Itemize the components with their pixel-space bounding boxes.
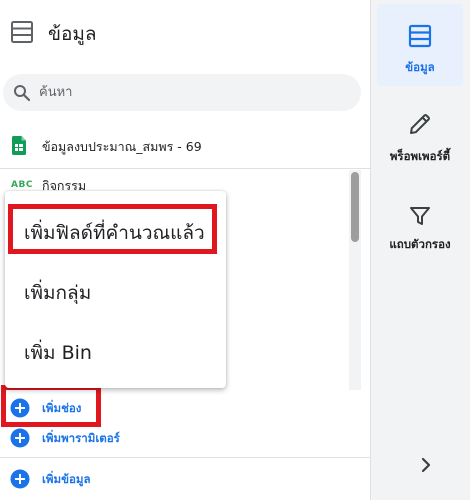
data-panel: ข้อมูล ข้อมูลงบประมาณ_สมพร - 69 ABC กิจก…	[0, 0, 370, 500]
add-dimension-label: เพิ่มช่อง	[42, 401, 82, 415]
tab-label: แถบตัวกรอง	[389, 237, 451, 251]
menu-item-add-calculated-field[interactable]: เพิ่มฟิลด์ที่คำนวณแล้ว	[5, 205, 226, 255]
menu-item-label: เพิ่ม Bin	[24, 342, 92, 364]
menu-item-add-bin[interactable]: เพิ่ม Bin	[5, 325, 226, 375]
menu-item-label: เพิ่มกลุ่ม	[24, 282, 92, 304]
right-tab-rail: ข้อมูล พร็อพเพอร์ตี้ แถบตัวกรอง	[370, 0, 470, 500]
panel-header: ข้อมูล	[0, 0, 370, 64]
table-icon	[10, 20, 34, 48]
menu-item-label: เพิ่มฟิลด์ที่คำนวณแล้ว	[24, 222, 205, 244]
text-type-badge: ABC	[11, 180, 33, 190]
add-data-label: เพิ่มข้อมูล	[42, 472, 91, 486]
data-source-name: ข้อมูลงบประมาณ_สมพร - 69	[42, 139, 202, 154]
panel-title: ข้อมูล	[48, 23, 97, 45]
expand-panel-button[interactable]	[413, 452, 439, 478]
pencil-icon	[408, 112, 432, 140]
table-icon	[408, 24, 432, 52]
add-parameter-button[interactable]: เพิ่มพารามิเตอร์	[0, 425, 370, 451]
sheets-icon	[12, 136, 26, 159]
filter-icon	[408, 204, 432, 232]
field-list-scrollbar[interactable]	[349, 170, 361, 390]
tab-data[interactable]: ข้อมูล	[377, 4, 463, 86]
add-data-button[interactable]: เพิ่มข้อมูล	[0, 466, 370, 492]
tab-label: ข้อมูล	[405, 60, 435, 74]
search-box[interactable]	[3, 74, 361, 111]
tab-filter-bar[interactable]: แถบตัวกรอง	[377, 196, 463, 262]
data-source-item[interactable]: ข้อมูลงบประมาณ_สมพร - 69	[0, 128, 370, 162]
tab-properties[interactable]: พร็อพเพอร์ตี้	[377, 106, 463, 176]
tab-label: พร็อพเพอร์ตี้	[389, 149, 451, 163]
divider	[0, 457, 370, 458]
add-parameter-label: เพิ่มพารามิเตอร์	[42, 431, 120, 445]
plus-circle-icon	[10, 428, 30, 452]
search-icon	[13, 84, 31, 106]
menu-item-add-group[interactable]: เพิ่มกลุ่ม	[5, 265, 226, 315]
plus-circle-icon	[10, 469, 30, 493]
add-field-context-menu: เพิ่มฟิลด์ที่คำนวณแล้ว เพิ่มกลุ่ม เพิ่ม …	[5, 191, 226, 388]
plus-circle-icon	[10, 398, 30, 422]
divider	[0, 168, 370, 169]
scrollbar-thumb[interactable]	[351, 172, 359, 242]
search-input[interactable]	[39, 74, 339, 111]
chevron-right-icon	[413, 457, 439, 482]
add-dimension-button[interactable]: เพิ่มช่อง	[0, 395, 370, 421]
